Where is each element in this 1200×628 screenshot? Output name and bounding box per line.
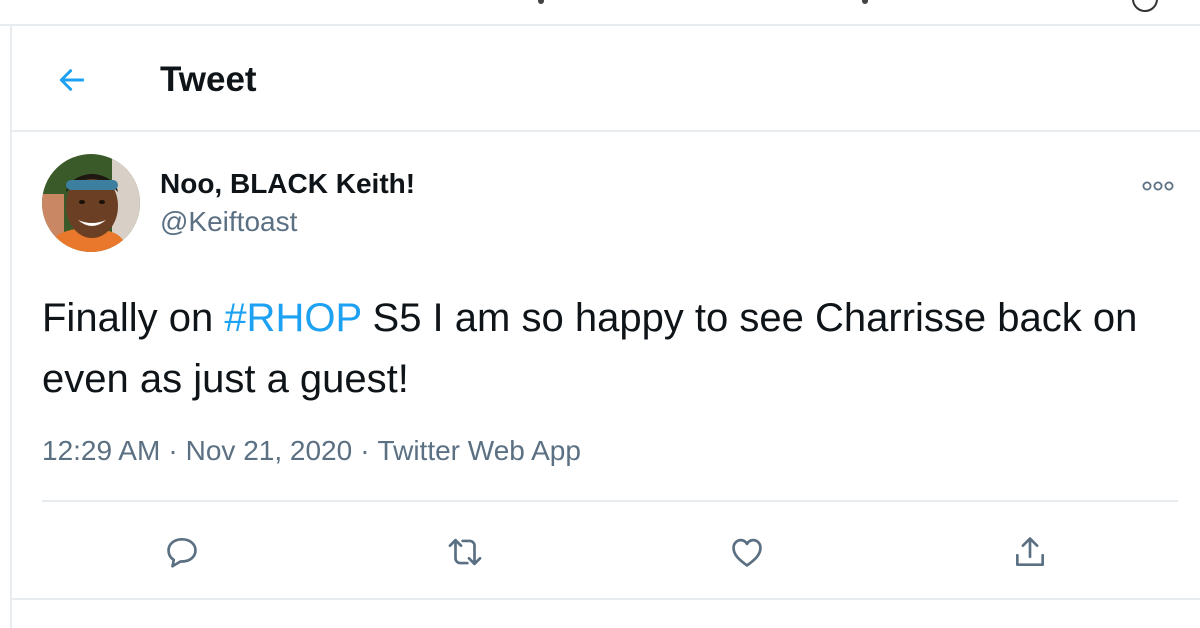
cropped-circle-icon: [1132, 0, 1158, 12]
tweet-source[interactable]: Twitter Web App: [378, 435, 581, 466]
avatar[interactable]: [42, 154, 140, 252]
page-title: Tweet: [160, 60, 257, 99]
like-button[interactable]: [719, 524, 775, 580]
reply-button[interactable]: [154, 524, 210, 580]
meta-separator: ·: [168, 435, 178, 466]
author-handle[interactable]: @Keiftoast: [160, 206, 297, 238]
retweet-button[interactable]: [437, 524, 493, 580]
hashtag-link[interactable]: #RHOP: [224, 296, 361, 340]
header-bar: Tweet: [12, 26, 1200, 132]
tweet-time[interactable]: 12:29 AM: [42, 435, 160, 466]
tweet-text-part: Finally on: [42, 296, 225, 340]
divider: [12, 598, 1200, 600]
tweet-actions-bar: [12, 502, 1200, 598]
author-display-name[interactable]: Noo, BLACK Keith!: [160, 168, 415, 200]
tweet-metadata: 12:29 AM · Nov 21, 2020 · Twitter Web App: [42, 434, 581, 468]
like-icon: [732, 538, 762, 567]
more-options-button[interactable]: [1136, 174, 1180, 198]
arrow-left-icon: [59, 69, 85, 91]
back-button[interactable]: [48, 56, 96, 104]
meta-separator: ·: [360, 435, 370, 466]
tweet-text: Finally on #RHOP S5 I am so happy to see…: [42, 288, 1192, 410]
cropped-glyph: [538, 0, 544, 4]
tweet-column: Tweet Noo, BLACK Keith! @Keiftoast Final…: [10, 26, 1200, 628]
retweet-icon: [448, 538, 482, 566]
share-button[interactable]: [1002, 524, 1058, 580]
share-icon: [1015, 537, 1045, 567]
tweet-date[interactable]: Nov 21, 2020: [186, 435, 353, 466]
more-options-icon: [1142, 181, 1174, 191]
cropped-glyph: [862, 0, 868, 4]
top-edge-strip: [0, 0, 1200, 26]
reply-icon: [167, 537, 197, 568]
